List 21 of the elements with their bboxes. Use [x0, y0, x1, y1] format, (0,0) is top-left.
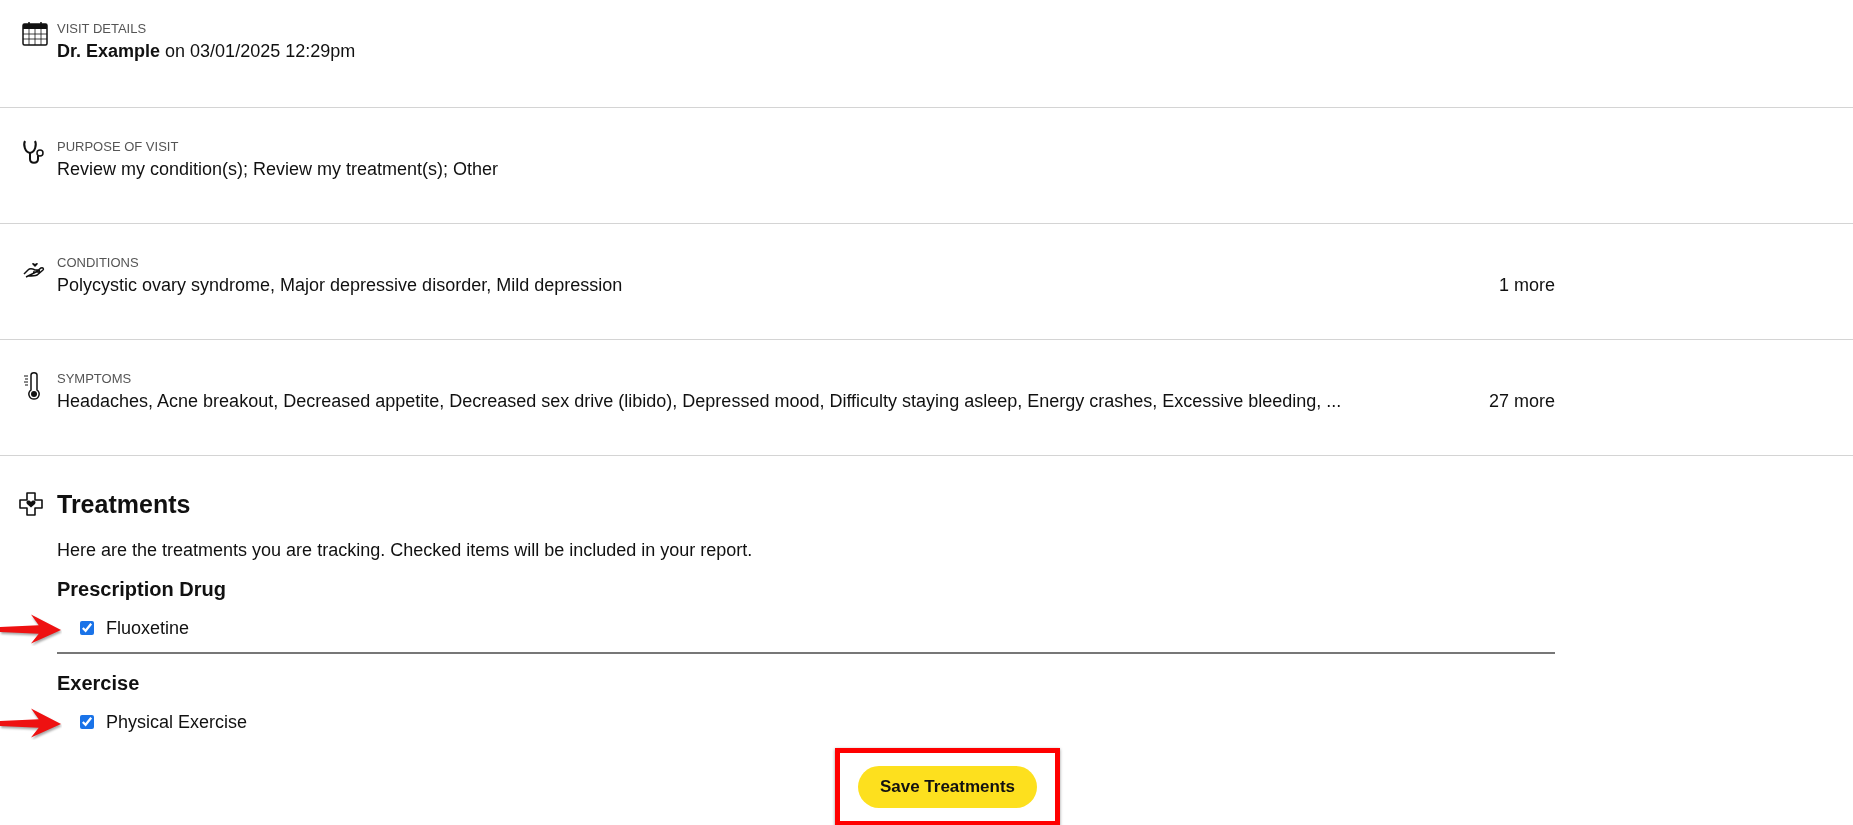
section-value: Polycystic ovary syndrome, Major depressive disorder, Mild depression — [57, 274, 623, 297]
more-link[interactable]: 1 more — [1498, 272, 1555, 298]
save-button[interactable]: Save Treatments — [857, 766, 1038, 808]
group-heading: Prescription Drug — [57, 577, 227, 602]
medical-cross-heart-icon — [18, 491, 44, 517]
section-label: CONDITIONS — [57, 254, 140, 272]
calendar-icon — [22, 21, 48, 47]
section-label: SYMPTOMS — [57, 370, 133, 388]
more-link[interactable]: 27 more — [1488, 388, 1555, 414]
section-value: Review my condition(s); Review my treatment(s); Other — [57, 158, 499, 181]
treatment-checkbox[interactable] — [80, 621, 94, 635]
treatment-checkbox[interactable] — [80, 715, 94, 729]
section-label: PURPOSE OF VISIT — [57, 138, 180, 156]
section-value: Dr. Example on 03/01/2025 12:29pm — [57, 40, 356, 63]
description-text: Here are the treatments you are tracking. Checked items will be included in your report. — [57, 539, 754, 562]
section-label: VISIT DETAILS — [57, 20, 148, 38]
section-heading: Treatments — [57, 489, 192, 520]
group-heading: Exercise — [57, 671, 141, 696]
section-value: Headaches, Acne breakout, Decreased appetite, Decreased sex drive (libido), Depressed mood, Difficulty staying asleep, Energy crashes, Excessive bleeding, ... — [57, 390, 1342, 413]
treatment-label: Fluoxetine — [106, 617, 190, 640]
treatment-label: Physical Exercise — [106, 711, 248, 734]
